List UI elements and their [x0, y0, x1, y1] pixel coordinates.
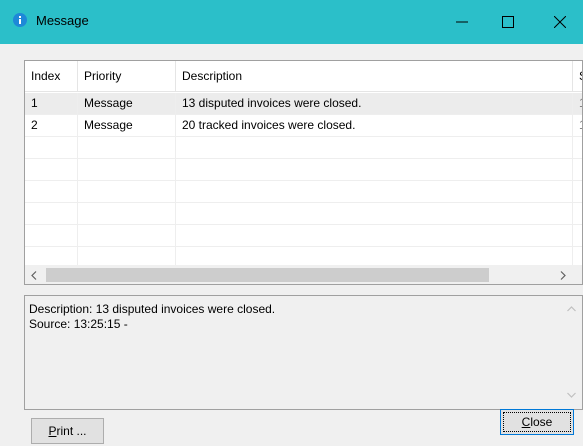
- cell-priority: Message: [78, 115, 176, 136]
- column-header-index[interactable]: Index: [25, 61, 78, 92]
- info-icon: [13, 13, 27, 27]
- detail-description: Description: 13 disputed invoices were c…: [29, 302, 276, 316]
- empty-row: [25, 203, 582, 225]
- close-button[interactable]: Close: [500, 409, 574, 435]
- message-list[interactable]: Index Priority Description S 1 Message 1…: [24, 60, 583, 285]
- empty-row: [25, 137, 582, 159]
- column-header-priority[interactable]: Priority: [78, 61, 176, 92]
- close-icon: [554, 16, 566, 28]
- column-header-source[interactable]: S: [573, 61, 582, 92]
- empty-row: [25, 181, 582, 203]
- cell-description: 20 tracked invoices were closed.: [176, 115, 573, 136]
- cell-index: 1: [25, 93, 78, 114]
- empty-row: [25, 159, 582, 181]
- minimize-button[interactable]: [439, 0, 485, 44]
- minimize-icon: [456, 21, 468, 23]
- print-button[interactable]: Print ...: [31, 418, 104, 444]
- scroll-down-icon[interactable]: [567, 392, 576, 398]
- scrollbar-thumb[interactable]: [46, 268, 489, 282]
- cell-index: 2: [25, 115, 78, 136]
- empty-row: [25, 247, 582, 268]
- detail-textbox[interactable]: Description: 13 disputed invoices were c…: [24, 295, 583, 410]
- cell-source: 1: [573, 93, 582, 114]
- scroll-left-icon[interactable]: [31, 271, 37, 280]
- horizontal-scrollbar[interactable]: [25, 265, 582, 284]
- table-row[interactable]: 1 Message 13 disputed invoices were clos…: [25, 93, 582, 115]
- cell-priority: Message: [78, 93, 176, 114]
- scroll-right-icon[interactable]: [560, 271, 566, 280]
- detail-source: Source: 13:25:15 -: [29, 317, 128, 331]
- title-bar: Message: [0, 0, 583, 44]
- empty-row: [25, 225, 582, 247]
- cell-description: 13 disputed invoices were closed.: [176, 93, 573, 114]
- focus-rectangle: [503, 412, 571, 432]
- print-accelerator: P: [48, 424, 57, 438]
- table-row[interactable]: 2 Message 20 tracked invoices were close…: [25, 115, 582, 137]
- detail-text: Description: 13 disputed invoices were c…: [29, 302, 275, 332]
- maximize-icon: [502, 16, 514, 28]
- vertical-scrollbar[interactable]: [559, 296, 582, 409]
- column-header-description[interactable]: Description: [176, 61, 573, 92]
- window-title: Message: [36, 13, 89, 28]
- close-window-button[interactable]: [537, 0, 583, 44]
- maximize-button[interactable]: [485, 0, 531, 44]
- print-label: rint ...: [56, 424, 87, 438]
- list-header: Index Priority Description S: [25, 61, 582, 92]
- scroll-up-icon[interactable]: [567, 306, 576, 312]
- cell-source: 1: [573, 115, 582, 136]
